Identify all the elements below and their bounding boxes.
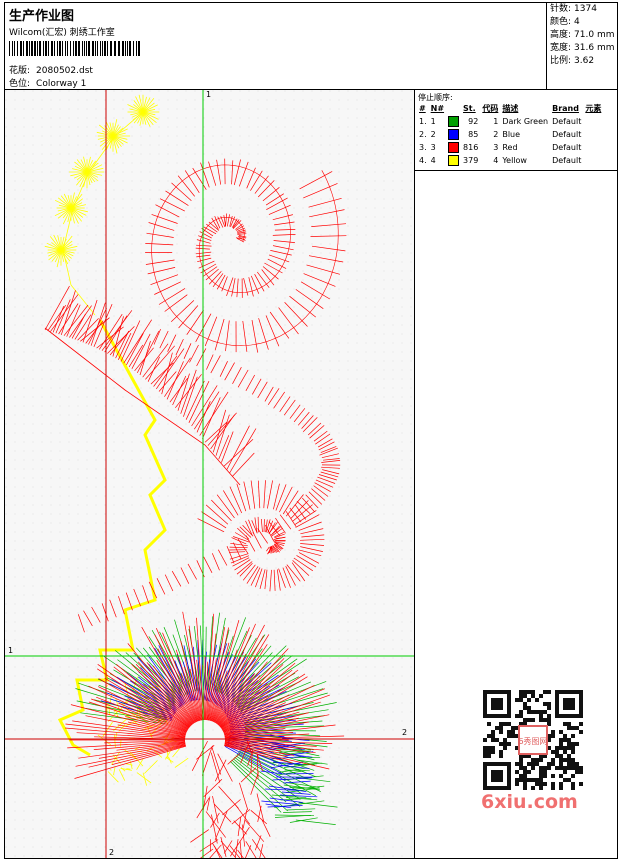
row-code: 4	[493, 156, 499, 165]
row-stitches: 85	[468, 130, 479, 139]
row-number: 4	[430, 156, 436, 165]
design-file: 2080502.dst	[36, 66, 93, 76]
stitch-drawing	[5, 90, 414, 858]
table-row: 1. 1 92 1 Dark Green Default	[417, 115, 603, 128]
qr-stamp-text: 6秀图网	[518, 736, 547, 746]
table-row: 4. 4 379 4 Yellow Default	[417, 154, 603, 167]
row-index: 1.	[419, 117, 427, 126]
row-brand: Default	[552, 143, 582, 152]
row-brand: Default	[552, 130, 582, 139]
design-label: 花版:	[9, 66, 31, 76]
col-header: 描述	[502, 104, 519, 113]
row-element	[583, 128, 603, 141]
col-header: N#	[430, 104, 445, 113]
axis-label-v1: 1	[206, 90, 212, 99]
row-number: 2	[430, 130, 436, 139]
colorway-info: 色位: Colorway 1	[9, 76, 92, 89]
watermark: 6xiu.com	[481, 791, 578, 813]
row-number: 1	[430, 117, 436, 126]
production-sheet: 生产作业图 Wilcom(汇宏) 刺绣工作室 花版: 2080502.dst 色位…	[4, 2, 618, 859]
color-sequence-table: # N# St. 代码 描述 Brand 元素 1. 1 92 1 Dark Green…	[417, 102, 603, 167]
barcode	[9, 41, 140, 56]
row-stitches: 816	[463, 143, 479, 152]
stat-width: 宽度: 31.6 mm	[550, 43, 615, 53]
axis-label-h2: 2	[402, 728, 408, 737]
table-row: 2. 2 85 2 Blue Default	[417, 128, 603, 141]
sheet-header: 生产作业图 Wilcom(汇宏) 刺绣工作室 花版: 2080502.dst 色位…	[5, 3, 617, 90]
table-header-row: # N# St. 代码 描述 Brand 元素	[417, 102, 603, 115]
stitch-count: 1374	[574, 4, 597, 14]
row-description: Dark Green	[502, 117, 549, 126]
col-header	[446, 102, 461, 115]
stat-stitches: 针数: 1374	[550, 4, 597, 14]
colorway-label: 色位:	[9, 79, 31, 89]
row-element	[583, 115, 603, 128]
color-count: 4	[574, 17, 580, 27]
width-value: 31.6 mm	[574, 43, 615, 53]
row-index: 2.	[419, 130, 427, 139]
row-brand: Default	[552, 117, 582, 126]
row-swatch	[446, 115, 461, 128]
row-number: 3	[430, 143, 436, 152]
design-info: 花版: 2080502.dst	[9, 63, 99, 76]
row-description: Red	[502, 143, 518, 152]
axis-label-v2: 2	[109, 848, 115, 857]
row-element	[583, 141, 603, 154]
row-stitches: 92	[468, 117, 479, 126]
color-sequence-panel: 停止顺序: # N# St. 代码 描述 Brand 元素 1. 1 92 1 Dark…	[415, 90, 617, 171]
row-index: 4.	[419, 156, 427, 165]
col-header: Brand	[552, 104, 579, 113]
height-value: 71.0 mm	[574, 30, 615, 40]
row-swatch	[446, 128, 461, 141]
col-header: St.	[463, 104, 476, 113]
studio-name: Wilcom(汇宏) 刺绣工作室	[9, 28, 115, 38]
row-index: 3.	[419, 143, 427, 152]
row-code: 3	[493, 143, 499, 152]
design-stats: 针数: 1374 颜色: 4 高度: 71.0 mm 宽度: 31.6 mm 比例: 3.…	[546, 3, 618, 89]
row-element	[583, 154, 603, 167]
color-swatch	[448, 155, 460, 166]
row-code: 1	[493, 117, 499, 126]
row-stitches: 379	[463, 156, 479, 165]
col-header: 代码	[482, 104, 499, 113]
color-swatch	[448, 116, 460, 127]
color-swatch	[448, 129, 460, 140]
ratio-value: 3.62	[574, 56, 595, 66]
page-title: 生产作业图	[9, 9, 75, 24]
stat-colors: 颜色: 4	[550, 17, 580, 27]
row-code: 2	[493, 130, 499, 139]
table-row: 3. 3 816 3 Red Default	[417, 141, 603, 154]
stat-ratio: 比例: 3.62	[550, 56, 595, 66]
stat-height: 高度: 71.0 mm	[550, 30, 615, 40]
col-header: 元素	[585, 104, 602, 113]
colorway-value: Colorway 1	[36, 79, 87, 89]
row-description: Blue	[502, 130, 521, 139]
embroidery-preview: 1 1 2 2	[5, 90, 415, 858]
row-swatch	[446, 154, 461, 167]
row-description: Yellow	[502, 156, 527, 165]
axis-label-h1: 1	[8, 646, 14, 655]
col-header: #	[419, 104, 426, 113]
color-swatch	[448, 142, 460, 153]
row-swatch	[446, 141, 461, 154]
row-brand: Default	[552, 156, 582, 165]
